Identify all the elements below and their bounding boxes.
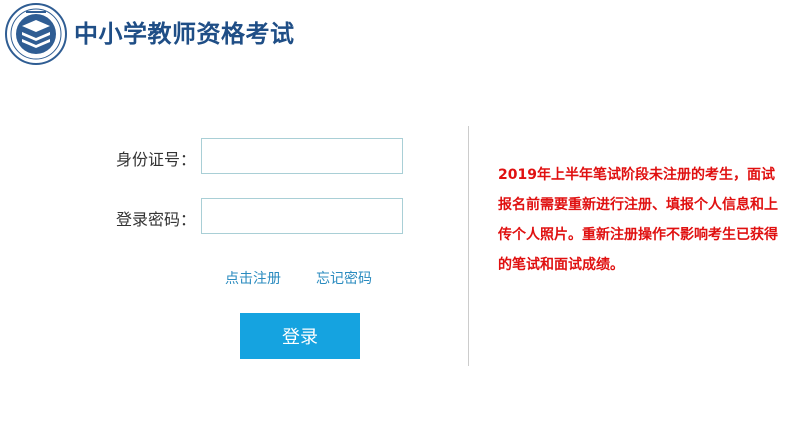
login-button[interactable]: 登录 xyxy=(240,313,360,359)
login-page: 中小学教师资格考试 身份证号： 登录密码： 点击注册 忘记密码 登录 2019年… xyxy=(0,0,788,443)
site-title: 中小学教师资格考试 xyxy=(74,20,295,48)
forgot-password-link[interactable]: 忘记密码 xyxy=(316,268,372,288)
id-number-input[interactable] xyxy=(201,138,403,174)
password-label: 登录密码： xyxy=(115,210,196,229)
registration-notice: 2019年上半年笔试阶段未注册的考生，面试报名前需要重新进行注册、填报个人信息和… xyxy=(498,167,778,273)
ntce-logo xyxy=(5,3,67,65)
id-number-label: 身份证号： xyxy=(115,150,196,169)
password-input[interactable] xyxy=(201,198,403,234)
register-link[interactable]: 点击注册 xyxy=(225,268,281,288)
vertical-divider xyxy=(468,126,469,366)
